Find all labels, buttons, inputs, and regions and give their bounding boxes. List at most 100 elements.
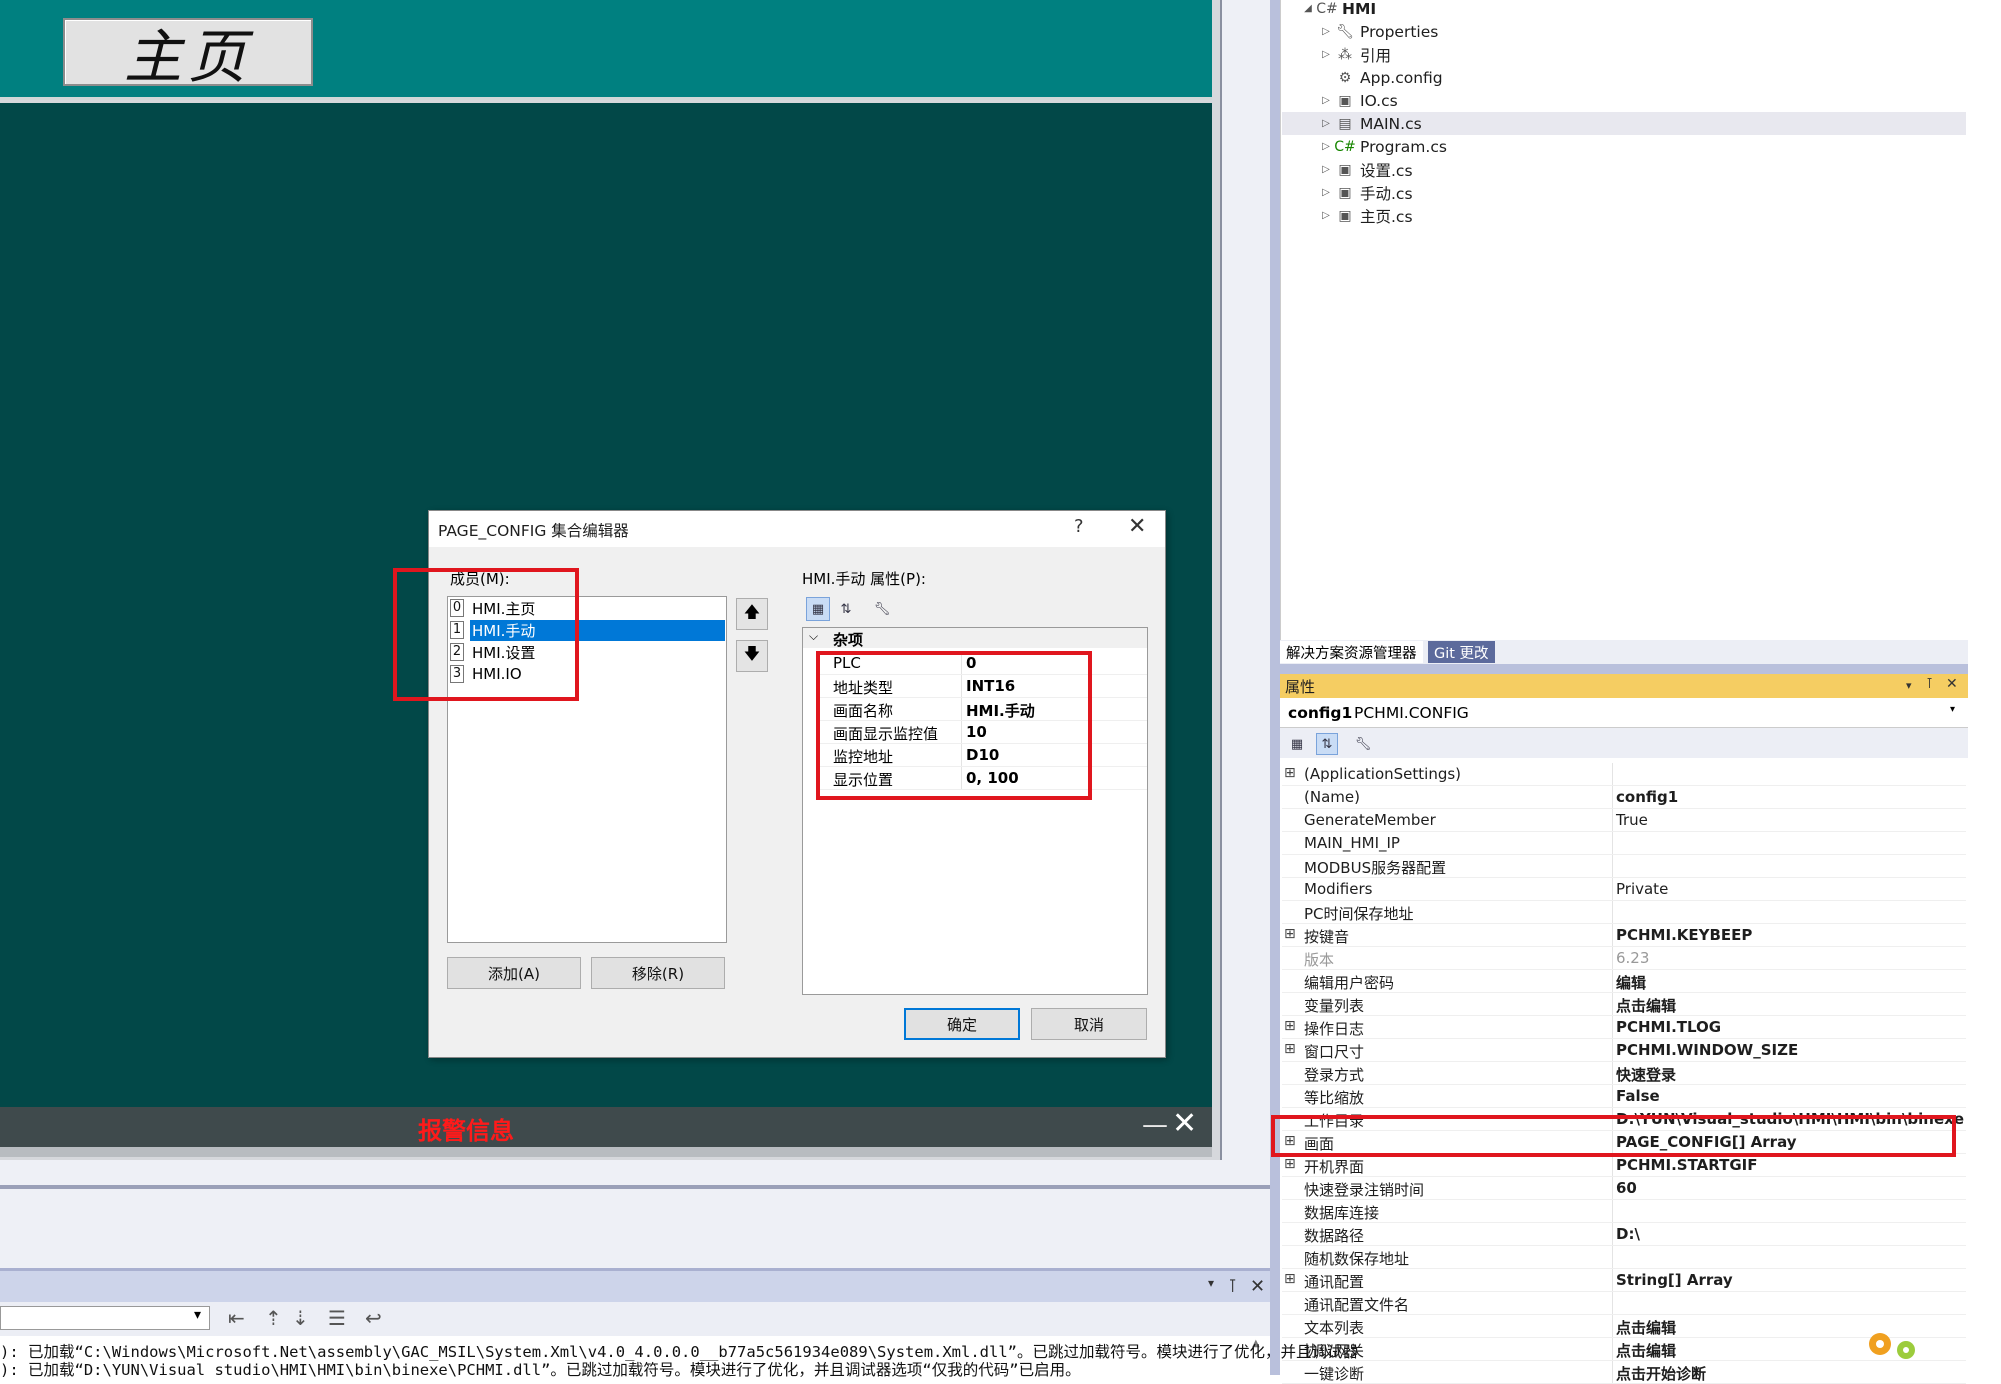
property-row[interactable]: ⊞ 操作日志 PCHMI.TLOG	[1282, 1016, 1966, 1039]
property-value[interactable]: 6.23	[1616, 949, 1649, 967]
expand-icon[interactable]: ⊞	[1284, 765, 1296, 781]
expand-icon[interactable]: ▷	[1318, 164, 1334, 175]
alarm-minimize-button[interactable]: —	[1142, 1110, 1168, 1140]
sort-alpha-icon[interactable]: ⇅	[1316, 733, 1338, 755]
tree-item-app-config[interactable]: ⚙ App.config	[1282, 66, 1966, 89]
tree-item-settings[interactable]: ▷ ▣ 设置.cs	[1282, 158, 1966, 181]
property-row[interactable]: 变量列表 点击编辑	[1282, 993, 1966, 1016]
property-row[interactable]: 数据库连接	[1282, 1200, 1966, 1223]
expand-icon[interactable]: ⊞	[1284, 1018, 1296, 1034]
find-next-icon[interactable]: ⇣	[292, 1306, 309, 1330]
property-value[interactable]: 快速登录	[1616, 1064, 1676, 1085]
property-value[interactable]: 点击编辑	[1616, 995, 1676, 1016]
tree-item-io[interactable]: ▷ ▣ IO.cs	[1282, 89, 1966, 112]
tree-item-home[interactable]: ▷ ▣ 主页.cs	[1282, 204, 1966, 227]
expand-icon[interactable]: ⊞	[1284, 926, 1296, 942]
property-value[interactable]: String[] Array	[1616, 1271, 1733, 1289]
move-down-button[interactable]: 🡇	[736, 640, 768, 672]
close-icon[interactable]: ✕	[1250, 1276, 1265, 1297]
tree-item-main[interactable]: ▷ ▤ MAIN.cs	[1282, 112, 1966, 135]
expand-icon[interactable]: ⊞	[1284, 1156, 1296, 1172]
remove-button[interactable]: 移除(R)	[591, 957, 725, 989]
expand-icon[interactable]: ▷	[1318, 49, 1334, 60]
find-prev-icon[interactable]: ⇡	[265, 1306, 282, 1330]
property-value[interactable]: True	[1616, 811, 1648, 829]
close-icon[interactable]: ✕	[1946, 676, 1958, 692]
collapse-icon[interactable]: ⌵	[809, 629, 818, 644]
dropdown-icon[interactable]: ▾	[1208, 1276, 1214, 1290]
property-row[interactable]: 快速登录注销时间 60	[1282, 1177, 1966, 1200]
expand-icon[interactable]: ▷	[1318, 26, 1334, 37]
property-row[interactable]: Modifiers Private	[1282, 878, 1966, 901]
sort-alpha-icon[interactable]: ⇅	[834, 597, 858, 621]
tree-item-program[interactable]: ▷ C# Program.cs	[1282, 135, 1966, 158]
category-header[interactable]: ⌵ 杂项	[803, 628, 1147, 649]
property-row[interactable]: 数据路径 D:\	[1282, 1223, 1966, 1246]
chevron-down-icon[interactable]: ▾	[1950, 704, 1955, 715]
property-row[interactable]: ⊞ 开机界面 PCHMI.STARTGIF	[1282, 1154, 1966, 1177]
property-row[interactable]: 编辑用户密码 编辑	[1282, 970, 1966, 993]
property-row[interactable]: 版本 6.23	[1282, 947, 1966, 970]
property-row[interactable]: (Name) config1	[1282, 786, 1966, 809]
property-row[interactable]: MODBUS服务器配置	[1282, 855, 1966, 878]
property-row[interactable]: GenerateMember True	[1282, 809, 1966, 832]
expand-icon[interactable]: ⊞	[1284, 1041, 1296, 1057]
property-row[interactable]: MAIN_HMI_IP	[1282, 832, 1966, 855]
property-value[interactable]: config1	[1616, 788, 1678, 806]
property-value[interactable]: False	[1616, 1087, 1660, 1105]
property-pages-icon[interactable]: 🔧︎	[1352, 733, 1374, 755]
property-row[interactable]: 登录方式 快速登录	[1282, 1062, 1966, 1085]
property-value[interactable]: 编辑	[1616, 972, 1646, 993]
property-row[interactable]: ⊞ (ApplicationSettings)	[1282, 763, 1966, 786]
expand-icon[interactable]: ▷	[1318, 118, 1334, 129]
output-source-select[interactable]	[0, 1306, 210, 1330]
property-value[interactable]: PCHMI.KEYBEEP	[1616, 926, 1752, 944]
property-row[interactable]: ⊞ 通讯配置 String[] Array	[1282, 1269, 1966, 1292]
tree-item-hmi[interactable]: ◢ C# HMI	[1282, 0, 1966, 20]
help-button[interactable]: ?	[1074, 516, 1084, 537]
tab-solution-explorer[interactable]: 解决方案资源管理器	[1280, 641, 1423, 663]
tree-item-properties[interactable]: ▷ 🔧︎ Properties	[1282, 20, 1966, 43]
property-value[interactable]: Private	[1616, 880, 1668, 898]
property-value[interactable]: 点击编辑	[1616, 1340, 1676, 1361]
home-button[interactable]: 主页	[63, 18, 313, 91]
pin-icon[interactable]: ⊺	[1228, 1276, 1237, 1297]
expand-icon[interactable]: ▷	[1318, 95, 1334, 106]
cancel-button[interactable]: 取消	[1031, 1008, 1147, 1040]
collapse-icon[interactable]: ◢	[1300, 3, 1316, 14]
expand-icon[interactable]: ⊞	[1284, 1271, 1296, 1287]
chevron-down-icon[interactable]: ▾	[194, 1307, 201, 1323]
clear-all-icon[interactable]: ☰	[328, 1306, 346, 1330]
property-row[interactable]: 随机数保存地址	[1282, 1246, 1966, 1269]
expand-icon[interactable]: ▷	[1318, 187, 1334, 198]
ok-button[interactable]: 确定	[904, 1008, 1020, 1040]
expand-icon[interactable]: ▷	[1318, 210, 1334, 221]
property-row[interactable]: 通讯配置文件名	[1282, 1292, 1966, 1315]
property-row[interactable]: PC时间保存地址	[1282, 901, 1966, 924]
property-value[interactable]: PCHMI.STARTGIF	[1616, 1156, 1758, 1174]
alarm-close-button[interactable]: ✕	[1172, 1106, 1197, 1141]
tree-item-references[interactable]: ▷ ⁂ 引用	[1282, 43, 1966, 66]
word-wrap-icon[interactable]: ↩	[365, 1306, 382, 1330]
move-up-button[interactable]: 🡅	[736, 598, 768, 630]
pin-icon[interactable]: ⊺	[1926, 676, 1933, 692]
property-value[interactable]: 点击编辑	[1616, 1317, 1676, 1338]
property-row[interactable]: ⊞ 按键音 PCHMI.KEYBEEP	[1282, 924, 1966, 947]
categorized-icon[interactable]: ▦	[1286, 733, 1308, 755]
property-value[interactable]: PCHMI.TLOG	[1616, 1018, 1721, 1036]
add-button[interactable]: 添加(A)	[447, 957, 581, 989]
dropdown-icon[interactable]: ▾	[1906, 679, 1912, 692]
property-pages-icon[interactable]: 🔧︎	[870, 597, 894, 621]
property-row[interactable]: 等比缩放 False	[1282, 1085, 1966, 1108]
expand-icon[interactable]: ▷	[1318, 141, 1334, 152]
dialog-close-button[interactable]: ✕	[1128, 514, 1146, 539]
tree-item-manual[interactable]: ▷ ▣ 手动.cs	[1282, 181, 1966, 204]
property-value[interactable]: 点击开始诊断	[1616, 1363, 1706, 1384]
property-value[interactable]: 60	[1616, 1179, 1637, 1197]
categorized-icon[interactable]: ▦	[806, 597, 830, 621]
property-value[interactable]: PCHMI.WINDOW_SIZE	[1616, 1041, 1798, 1059]
tab-git-changes[interactable]: Git 更改	[1428, 641, 1495, 663]
property-value[interactable]: D:\	[1616, 1225, 1640, 1243]
property-row[interactable]: ⊞ 窗口尺寸 PCHMI.WINDOW_SIZE	[1282, 1039, 1966, 1062]
goto-prev-icon[interactable]: ⇤	[228, 1306, 245, 1330]
